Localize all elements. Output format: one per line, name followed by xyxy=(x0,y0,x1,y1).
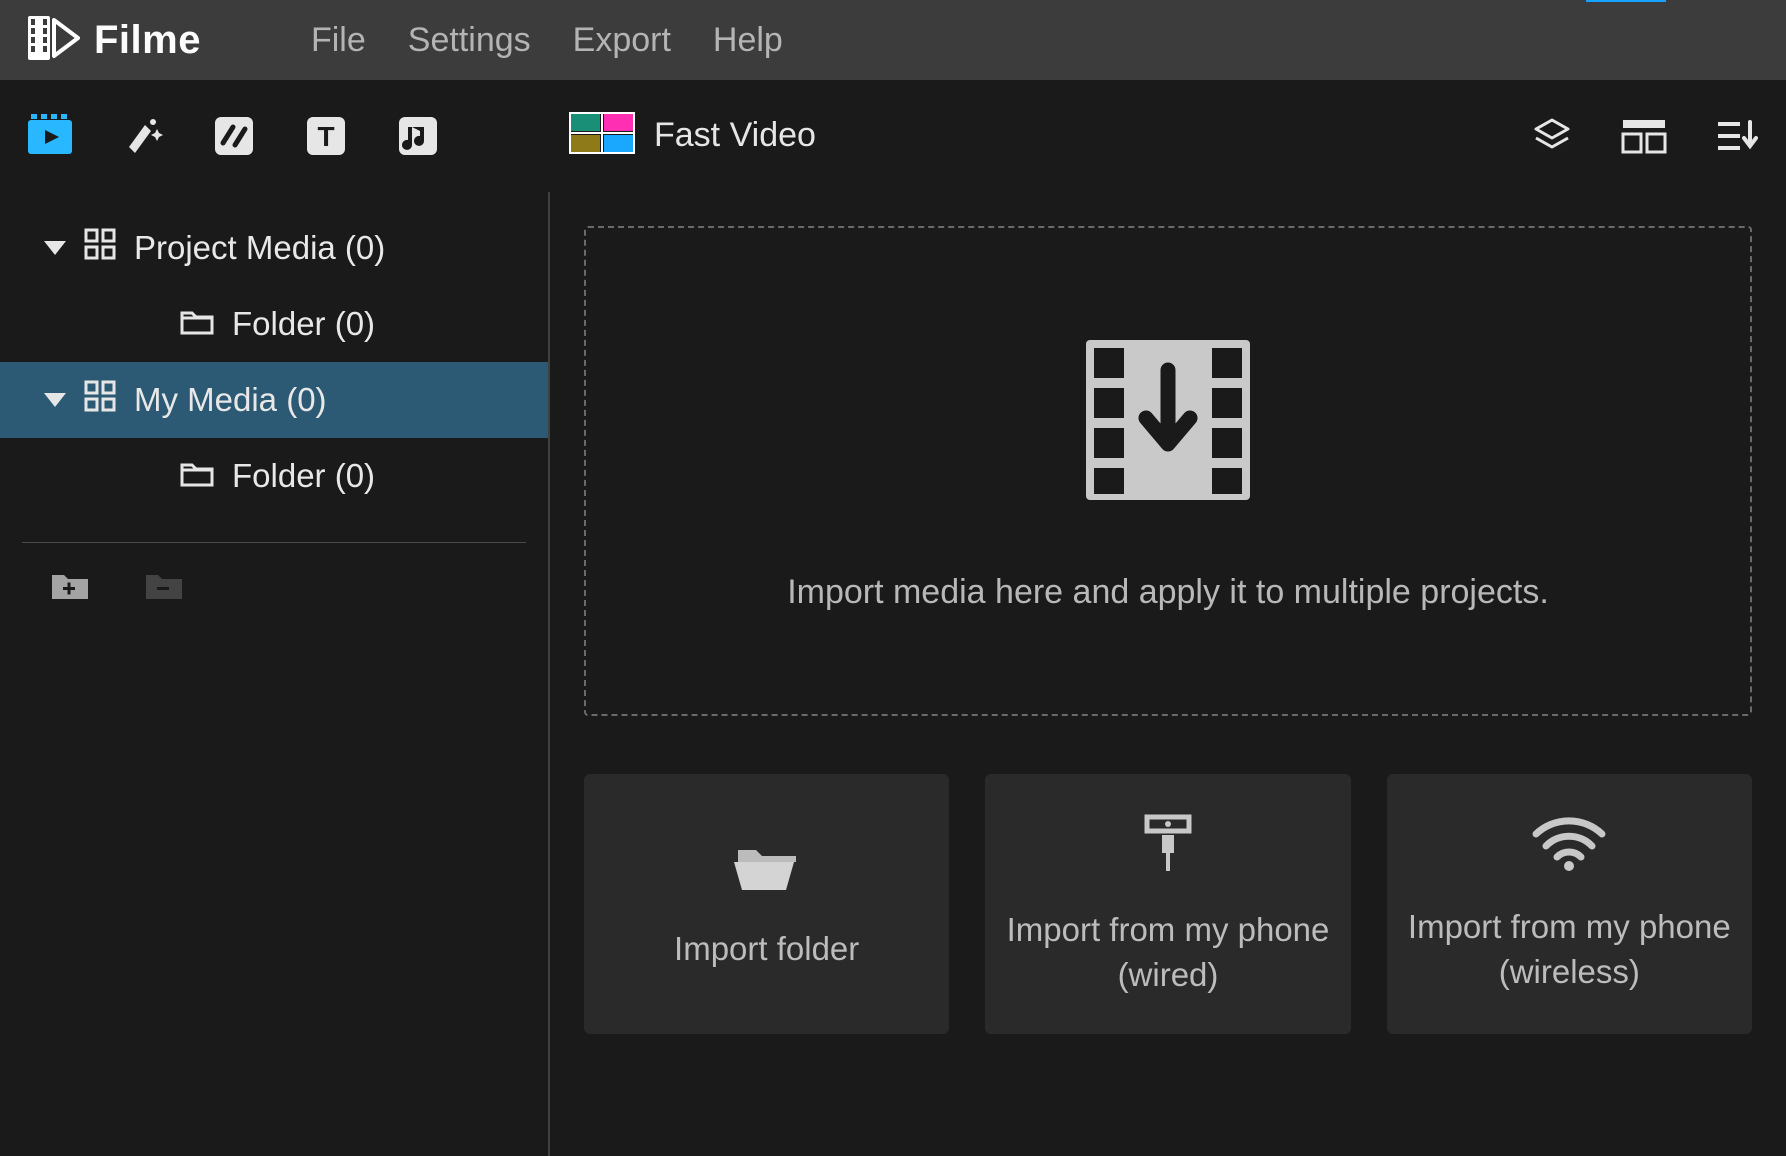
folder-open-icon xyxy=(732,836,802,899)
text-tab-icon[interactable]: T xyxy=(300,110,352,162)
import-phone-wired-card[interactable]: Import from my phone (wired) xyxy=(985,774,1350,1034)
tree-my-folder[interactable]: Folder (0) xyxy=(0,438,548,514)
tree-label: Project Media (0) xyxy=(134,229,385,267)
tree-project-folder[interactable]: Folder (0) xyxy=(0,286,548,362)
sort-icon[interactable] xyxy=(1710,110,1762,162)
import-folder-card[interactable]: Import folder xyxy=(584,774,949,1034)
tree-label: Folder (0) xyxy=(232,305,375,343)
effects-tab-icon[interactable] xyxy=(116,110,168,162)
tree-label: My Media (0) xyxy=(134,381,327,419)
filmstrip-download-icon xyxy=(1068,330,1268,515)
caret-down-icon xyxy=(44,393,66,407)
grid-icon xyxy=(84,228,116,268)
tree-project-media[interactable]: Project Media (0) xyxy=(0,210,548,286)
caret-down-icon xyxy=(44,241,66,255)
menu-file[interactable]: File xyxy=(311,21,366,60)
card-label: Import folder xyxy=(674,927,859,972)
import-dropzone[interactable]: Import media here and apply it to multip… xyxy=(584,226,1752,716)
svg-text:T: T xyxy=(317,121,334,152)
menu-help[interactable]: Help xyxy=(713,21,783,60)
card-label: Import from my phone (wired) xyxy=(1001,908,1334,997)
grid-icon xyxy=(84,380,116,420)
sidebar: Project Media (0) Folder (0) My Media (0… xyxy=(0,192,550,1156)
app-logo-icon xyxy=(28,16,80,65)
menu-export[interactable]: Export xyxy=(573,21,671,60)
transitions-tab-icon[interactable] xyxy=(208,110,260,162)
fast-video-button[interactable]: Fast Video xyxy=(568,111,816,160)
import-phone-wireless-card[interactable]: Import from my phone (wireless) xyxy=(1387,774,1752,1034)
import-cards: Import folder Import from my phone (wire… xyxy=(584,774,1752,1034)
workspace: Project Media (0) Folder (0) My Media (0… xyxy=(0,192,1786,1156)
accent-stripe xyxy=(1586,0,1666,2)
app-name: Filme xyxy=(94,18,201,63)
grid-view-icon[interactable] xyxy=(1618,110,1670,162)
tree-label: Folder (0) xyxy=(232,457,375,495)
menu-settings[interactable]: Settings xyxy=(408,21,531,60)
fast-video-label: Fast Video xyxy=(654,116,816,155)
main-menu: File Settings Export Help xyxy=(311,21,783,60)
tree-my-media[interactable]: My Media (0) xyxy=(0,362,548,438)
card-label: Import from my phone (wireless) xyxy=(1403,905,1736,994)
remove-folder-button[interactable] xyxy=(144,567,184,606)
media-tab-icon[interactable] xyxy=(24,110,76,162)
content-area: Import media here and apply it to multip… xyxy=(550,192,1786,1156)
layers-icon[interactable] xyxy=(1526,110,1578,162)
audio-tab-icon[interactable] xyxy=(392,110,444,162)
title-bar: Filme File Settings Export Help xyxy=(0,0,1786,80)
dropzone-text: Import media here and apply it to multip… xyxy=(787,573,1549,612)
phone-wired-icon xyxy=(1133,811,1203,880)
add-folder-button[interactable] xyxy=(50,567,90,606)
wifi-icon xyxy=(1530,814,1608,877)
fast-video-icon xyxy=(568,111,636,160)
folder-icon xyxy=(180,305,214,343)
folder-icon xyxy=(180,457,214,495)
app-logo: Filme xyxy=(28,16,201,65)
toolbar: T Fast Video xyxy=(0,80,1786,192)
